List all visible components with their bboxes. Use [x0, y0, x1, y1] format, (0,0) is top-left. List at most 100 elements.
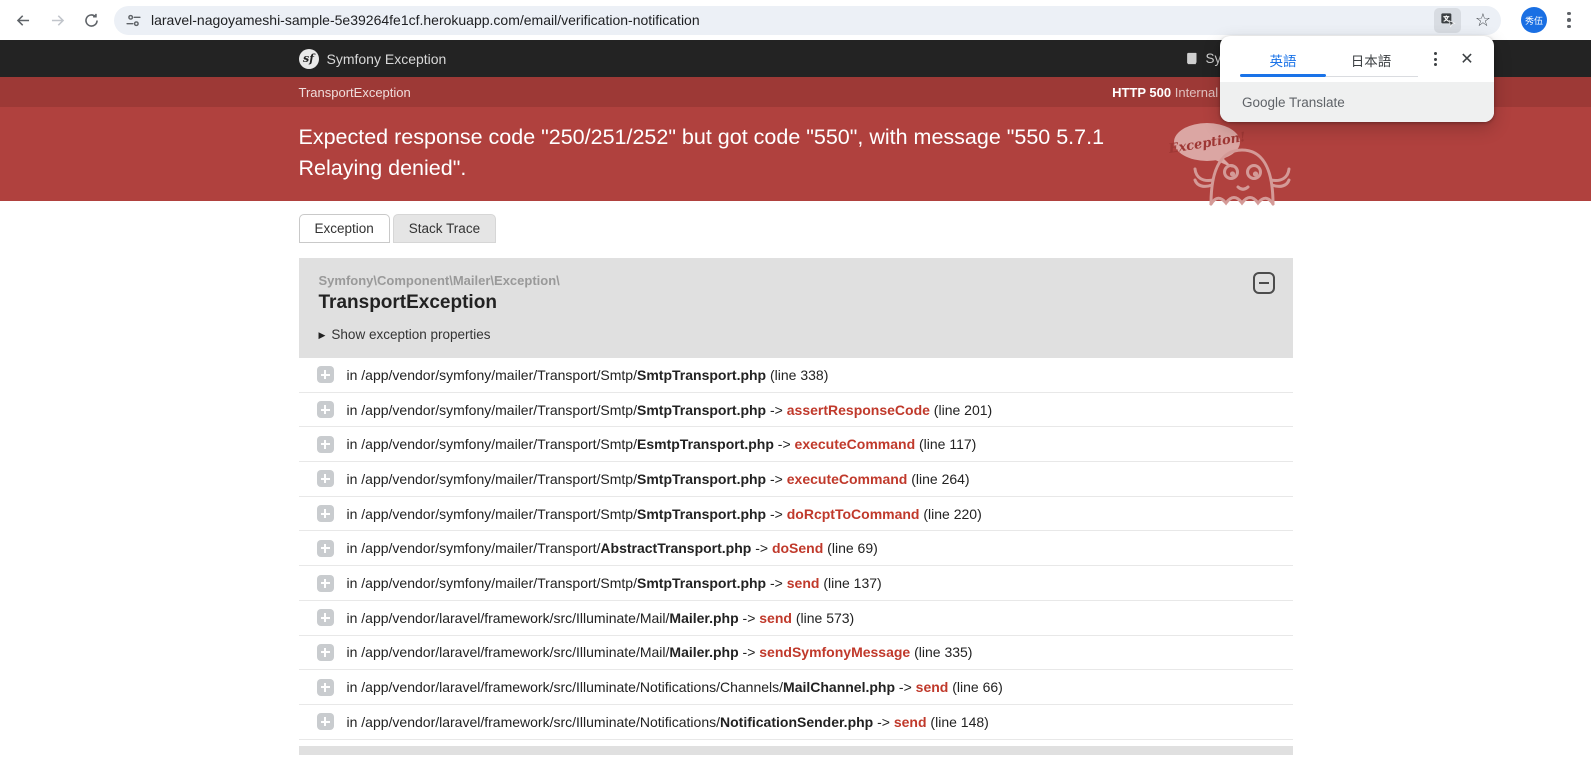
ghost-body [1195, 150, 1289, 204]
reload-button[interactable] [74, 3, 108, 37]
speech-bubble [1174, 123, 1240, 161]
expand-frame-icon[interactable] [317, 470, 334, 487]
expand-frame-icon[interactable] [317, 644, 334, 661]
exception-class-name: TransportException [299, 85, 411, 100]
trace-file: SmtpTransport.php [637, 575, 766, 591]
bookmark-star-icon[interactable]: ☆ [1470, 7, 1496, 33]
trace-file: SmtpTransport.php [637, 402, 766, 418]
trace-row: in /app/vendor/symfony/mailer/Transport/… [299, 427, 1293, 462]
trace-path: in /app/vendor/symfony/mailer/Transport/ [347, 540, 601, 556]
trace-line: (line 220) [919, 506, 981, 522]
trace-arrow: -> [766, 471, 787, 487]
collapse-panel-button[interactable] [1253, 272, 1275, 294]
expand-frame-icon[interactable] [317, 366, 334, 383]
trace-file: AbstractTransport.php [600, 540, 751, 556]
symfony-brand-label: Symfony Exception [327, 51, 447, 67]
expand-frame-icon[interactable] [317, 436, 334, 453]
trace-path: in /app/vendor/laravel/framework/src/Ill… [347, 714, 721, 730]
ghost-bubble-text: Exception! [1169, 130, 1247, 157]
trace-path: in /app/vendor/symfony/mailer/Transport/… [347, 575, 638, 591]
trace-method: doSend [772, 540, 823, 556]
expand-frame-icon[interactable] [317, 575, 334, 592]
trace-method: doRcptToCommand [787, 506, 920, 522]
exception-namespace: Symfony\Component\Mailer\Exception\ [319, 273, 1273, 288]
forward-arrow-icon [48, 11, 67, 30]
expand-frame-icon[interactable] [317, 679, 334, 696]
trace-arrow: -> [751, 540, 772, 556]
trace-line: (line 117) [915, 436, 976, 452]
browser-toolbar: laravel-nagoyameshi-sample-5e39264fe1cf.… [0, 0, 1591, 40]
expand-frame-icon[interactable] [317, 609, 334, 626]
trace-file: NotificationSender.php [720, 714, 873, 730]
show-exception-properties-toggle[interactable]: ▶ Show exception properties [319, 327, 1273, 342]
reload-icon [82, 11, 101, 30]
back-button[interactable] [6, 3, 40, 37]
exception-panel-class: TransportException [319, 292, 1273, 314]
profile-avatar[interactable]: 秀伍 [1521, 7, 1547, 33]
trace-arrow: -> [766, 506, 787, 522]
trace-method: executeCommand [795, 436, 916, 452]
trace-file: MailChannel.php [783, 679, 895, 695]
trace-row: in /app/vendor/symfony/mailer/Transport/… [299, 497, 1293, 532]
exception-panel: Symfony\Component\Mailer\Exception\ Tran… [299, 258, 1293, 755]
translate-close-icon[interactable]: ✕ [1454, 46, 1480, 72]
trace-file: Mailer.php [669, 644, 738, 660]
trace-path: in /app/vendor/laravel/framework/src/Ill… [347, 644, 670, 660]
exception-message: Expected response code "250/251/252" but… [299, 122, 1179, 183]
browser-menu-icon[interactable] [1557, 12, 1581, 29]
toggle-label: Show exception properties [331, 327, 490, 342]
expand-frame-icon[interactable] [317, 540, 334, 557]
trace-method: executeCommand [787, 471, 908, 487]
trace-line: (line 573) [792, 610, 854, 626]
expand-frame-icon[interactable] [317, 713, 334, 730]
trace-line: (line 66) [948, 679, 1002, 695]
trace-arrow: -> [895, 679, 916, 695]
trace-row: in /app/vendor/symfony/mailer/Transport/… [299, 566, 1293, 601]
triangle-icon: ▶ [319, 330, 326, 340]
forward-button[interactable] [40, 3, 74, 37]
trace-row: in /app/vendor/symfony/mailer/Transport/… [299, 393, 1293, 428]
trace-row: in /app/vendor/laravel/framework/src/Ill… [299, 636, 1293, 671]
translate-tab-english[interactable]: 英語 [1240, 50, 1326, 70]
trace-line: (line 137) [819, 575, 881, 591]
translate-language-tabs: 英語 日本語 ✕ [1220, 36, 1494, 82]
translate-options-icon[interactable] [1422, 46, 1448, 72]
view-tabs: Exception Stack Trace [299, 201, 1293, 243]
next-panel-header-partial [299, 746, 1293, 755]
trace-path: in /app/vendor/symfony/mailer/Transport/… [347, 436, 638, 452]
trace-method: send [916, 679, 949, 695]
trace-line: (line 69) [823, 540, 877, 556]
trace-row: in /app/vendor/symfony/mailer/Transport/… [299, 462, 1293, 497]
trace-path: in /app/vendor/laravel/framework/src/Ill… [347, 679, 784, 695]
trace-row: in /app/vendor/symfony/mailer/Transport/… [299, 531, 1293, 566]
ghost-eyes [1229, 171, 1257, 176]
address-bar[interactable]: laravel-nagoyameshi-sample-5e39264fe1cf.… [114, 6, 1501, 35]
url-text[interactable]: laravel-nagoyameshi-sample-5e39264fe1cf.… [151, 12, 1434, 28]
trace-file: SmtpTransport.php [637, 471, 766, 487]
expand-frame-icon[interactable] [317, 505, 334, 522]
trace-method: sendSymfonyMessage [759, 644, 910, 660]
trace-method: send [894, 714, 927, 730]
trace-line: (line 148) [927, 714, 989, 730]
translate-button[interactable] [1434, 8, 1461, 33]
stack-trace-list: in /app/vendor/symfony/mailer/Transport/… [299, 358, 1293, 740]
inactive-tab-underline [1326, 76, 1418, 78]
exception-panel-header: Symfony\Component\Mailer\Exception\ Tran… [299, 258, 1293, 358]
expand-frame-icon[interactable] [317, 401, 334, 418]
trace-line: (line 335) [910, 644, 972, 660]
translate-tab-japanese[interactable]: 日本語 [1326, 50, 1416, 70]
trace-arrow: -> [766, 575, 787, 591]
site-settings-icon[interactable] [125, 12, 142, 29]
trace-row: in /app/vendor/laravel/framework/src/Ill… [299, 705, 1293, 740]
trace-file: SmtpTransport.php [637, 367, 766, 383]
tab-exception[interactable]: Exception [299, 214, 390, 243]
trace-row: in /app/vendor/symfony/mailer/Transport/… [299, 358, 1293, 393]
tab-stack-trace[interactable]: Stack Trace [393, 214, 496, 243]
trace-row: in /app/vendor/laravel/framework/src/Ill… [299, 670, 1293, 705]
trace-arrow: -> [739, 610, 760, 626]
trace-file: Mailer.php [669, 610, 738, 626]
trace-file: EsmtpTransport.php [637, 436, 774, 452]
google-translate-popup: 英語 日本語 ✕ Google Translate [1220, 36, 1494, 122]
active-tab-underline [1240, 74, 1326, 77]
translate-popup-footer: Google Translate [1220, 82, 1494, 122]
